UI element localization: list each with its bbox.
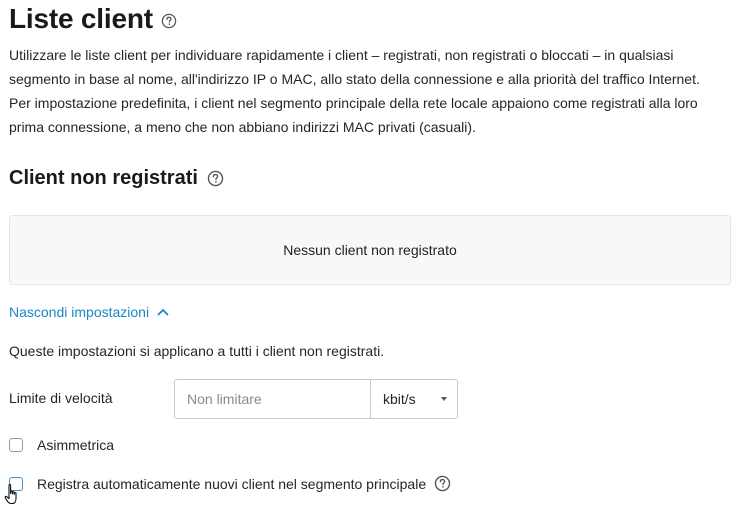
intro-line: Per impostazione predefinita, i client n… xyxy=(9,95,698,111)
asymmetric-checkbox[interactable] xyxy=(9,438,23,452)
caret-down-icon xyxy=(441,397,447,401)
unregistered-section-header: Client non registrati xyxy=(9,165,224,191)
rate-limit-control: kbit/s xyxy=(174,379,458,419)
auto-register-row: Registra automaticamente nuovi client ne… xyxy=(9,475,451,492)
hide-settings-label: Nascondi impostazioni xyxy=(9,304,150,320)
intro-text: Utilizzare le liste client per individua… xyxy=(9,43,731,139)
asymmetric-label[interactable]: Asimmetrica xyxy=(37,437,114,453)
unit-select-value: kbit/s xyxy=(383,391,416,407)
intro-line: segmento in base al nome, all'indirizzo … xyxy=(9,71,700,87)
unit-select[interactable]: kbit/s xyxy=(371,380,457,418)
page-title: Liste client xyxy=(9,3,153,34)
help-circle-icon[interactable] xyxy=(161,13,177,29)
empty-state-box: Nessun client non registrato xyxy=(9,215,731,285)
empty-state-message: Nessun client non registrato xyxy=(283,242,457,258)
rate-limit-label: Limite di velocità xyxy=(9,390,113,406)
hide-settings-link[interactable]: Nascondi impostazioni xyxy=(9,304,169,320)
chevron-up-icon xyxy=(157,308,169,316)
intro-line: Utilizzare le liste client per individua… xyxy=(9,47,674,63)
rate-limit-input[interactable] xyxy=(175,380,371,418)
section-title: Client non registrati xyxy=(9,166,198,189)
intro-line: prima connessione, a meno che non abbian… xyxy=(9,119,476,135)
auto-register-checkbox[interactable] xyxy=(9,476,23,491)
help-circle-icon[interactable] xyxy=(207,170,224,187)
auto-register-label[interactable]: Registra automaticamente nuovi client ne… xyxy=(37,476,426,492)
asymmetric-row: Asimmetrica xyxy=(9,437,114,453)
title-row: Liste client xyxy=(9,3,177,35)
settings-note: Queste impostazioni si applicano a tutti… xyxy=(9,343,385,359)
help-circle-icon[interactable] xyxy=(434,475,451,492)
rate-limit-row: Limite di velocità kbit/s xyxy=(9,379,469,419)
